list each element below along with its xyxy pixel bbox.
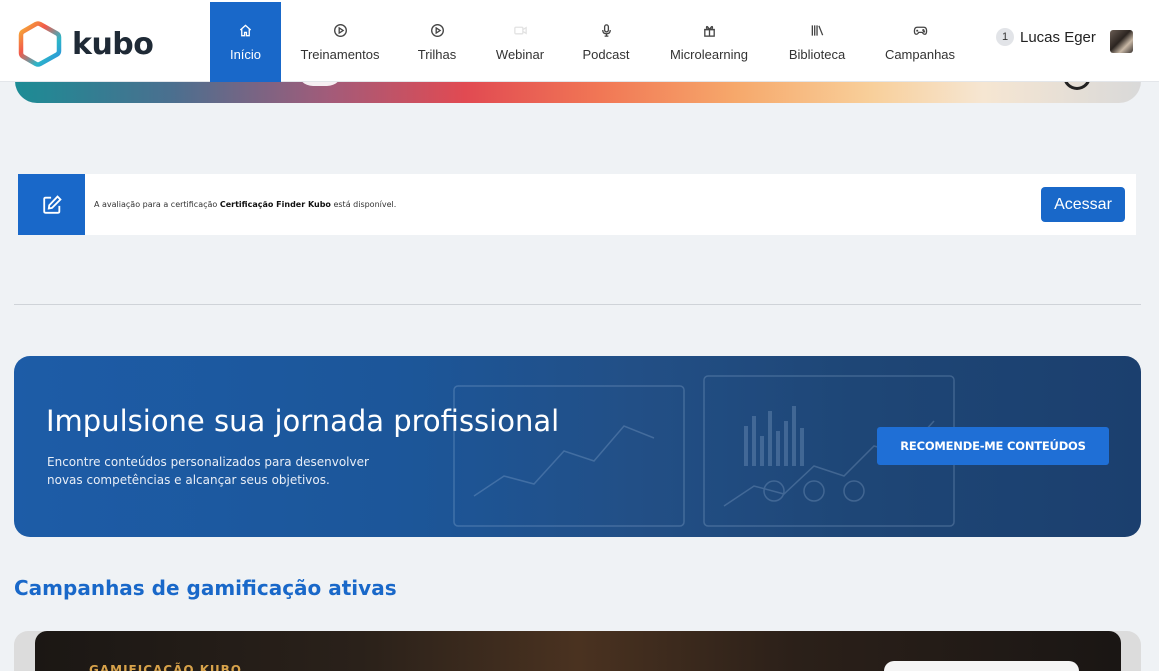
hero-subtitle: Encontre conteúdos personalizados para d… [47,455,369,487]
campaign-card-panel [884,661,1079,671]
logo-text: kubo [72,26,154,62]
kubo-logo-icon [18,21,62,67]
nav-item-inicio[interactable]: Início [210,2,281,82]
nav-label: Treinamentos [300,46,380,62]
recommend-content-button[interactable]: RECOMENDE-ME CONTEÚDOS [877,427,1109,465]
nav-label: Campanhas [884,46,956,62]
kubo-logo[interactable]: kubo [18,21,154,67]
user-name[interactable]: Lucas Eger [1020,29,1096,46]
play-circle-icon [332,23,348,39]
campaign-label-text: GAMIFICAÇÃO KUBO [89,663,242,671]
play-circle-icon [429,23,445,39]
home-icon [238,23,254,39]
recommendation-banner: Impulsione sua jornada profissional Enco… [14,356,1141,537]
certification-name: Certificação Finder Kubo [219,200,331,209]
campaign-card-label: GAMIFICAÇÃO KUBO [89,663,242,671]
avatar[interactable] [1110,30,1133,53]
nav-label: Trilhas [417,46,457,62]
notice-message: A avaliação para a certificação Certific… [94,200,396,209]
nav-item-treinamentos[interactable]: Treinamentos [290,2,390,82]
edit-icon [18,174,85,235]
gift-icon [701,23,717,39]
microphone-icon [598,23,614,39]
campaign-carousel: GAMIFICAÇÃO KUBO [14,631,1141,671]
video-icon [512,23,528,39]
nav-item-webinar[interactable]: Webinar [486,2,554,82]
nav-label: Microlearning [669,46,749,62]
nav-item-trilhas[interactable]: Trilhas [408,2,466,82]
campaigns-section-title: Campanhas de gamificação ativas [14,576,397,600]
books-icon [809,23,825,39]
notice-text-prefix: A avaliação para a certificação [94,200,220,209]
top-navigation-bar: kubo Início Treinamentos Trilhas Webinar… [0,0,1159,82]
nav-item-microlearning[interactable]: Microlearning [662,2,756,82]
notification-badge[interactable]: 1 [996,28,1014,46]
hero-title: Impulsione sua jornada profissional [46,404,560,438]
nav-label: Biblioteca [788,46,846,62]
campaign-card[interactable]: GAMIFICAÇÃO KUBO [35,631,1121,671]
notice-text-suffix: está disponível. [330,200,397,209]
nav-item-podcast[interactable]: Podcast [574,2,638,82]
section-divider [14,304,1141,305]
user-menu[interactable]: 1 Lucas Eger [996,28,1096,46]
gamepad-icon [912,23,928,39]
nav-item-biblioteca[interactable]: Biblioteca [780,2,854,82]
nav-label: Webinar [495,46,545,62]
nav-label: Podcast [582,46,630,62]
nav-label: Início [229,46,262,62]
acessar-button[interactable]: Acessar [1041,187,1125,222]
certification-notice: A avaliação para a certificação Certific… [18,174,1136,235]
nav-item-campanhas[interactable]: Campanhas [878,2,962,82]
